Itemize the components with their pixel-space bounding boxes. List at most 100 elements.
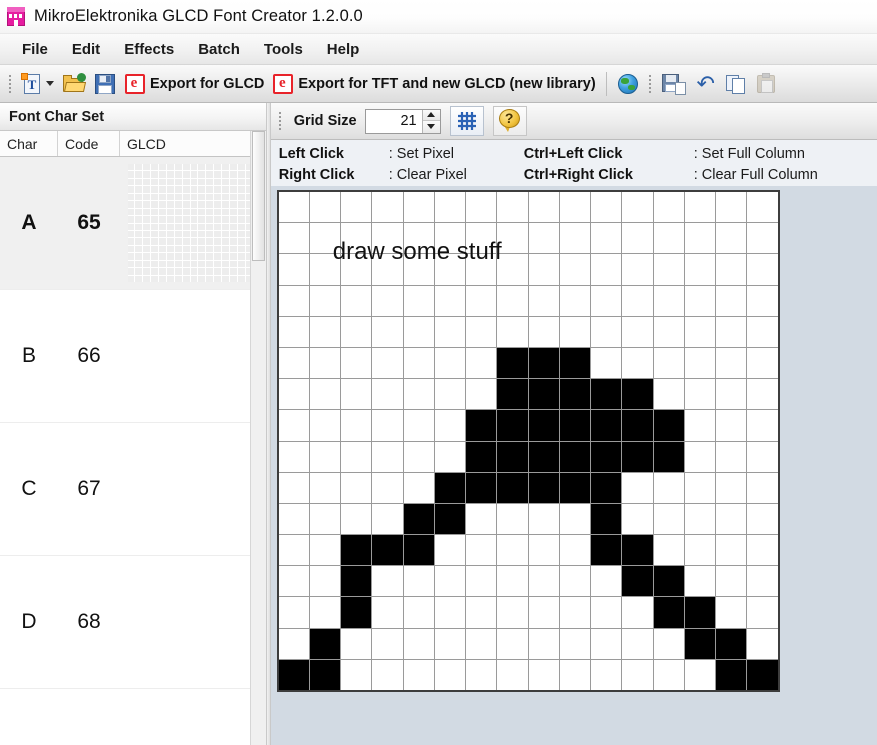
grid-toggle-button[interactable]	[449, 106, 484, 136]
pixel-cell[interactable]	[497, 379, 528, 410]
pixel-cell[interactable]	[403, 597, 434, 628]
pixel-cell[interactable]	[747, 316, 778, 347]
pixel-cell[interactable]	[559, 192, 591, 223]
grid-toolbar-grip[interactable]	[276, 108, 285, 134]
pixel-cell[interactable]	[466, 628, 497, 659]
pixel-cell[interactable]	[309, 628, 341, 659]
pixel-cell[interactable]	[403, 379, 434, 410]
pixel-cell[interactable]	[403, 192, 434, 223]
pixel-cell[interactable]	[497, 316, 528, 347]
pixel-cell[interactable]	[309, 535, 341, 566]
table-row[interactable]: B 66	[0, 290, 266, 423]
pixel-cell[interactable]	[559, 628, 591, 659]
pixel-cell[interactable]	[497, 472, 528, 503]
pixel-cell[interactable]	[466, 410, 497, 441]
pixel-cell[interactable]	[372, 566, 403, 597]
undo-button[interactable]: ↶	[690, 68, 722, 100]
pixel-cell[interactable]	[622, 441, 653, 472]
pixel-cell[interactable]	[434, 597, 466, 628]
pixel-cell[interactable]	[466, 254, 497, 285]
pixel-cell[interactable]	[684, 316, 716, 347]
pixel-cell[interactable]	[466, 659, 497, 690]
pixel-cell[interactable]	[653, 347, 684, 379]
pixel-cell[interactable]	[559, 379, 591, 410]
pixel-cell[interactable]	[497, 441, 528, 472]
pixel-cell[interactable]	[716, 316, 747, 347]
pixel-cell[interactable]	[747, 566, 778, 597]
menu-item-tools[interactable]: Tools	[252, 38, 315, 61]
pixel-cell[interactable]	[278, 379, 309, 410]
pixel-cell[interactable]	[747, 472, 778, 503]
pixel-cell[interactable]	[434, 192, 466, 223]
pixel-cell[interactable]	[559, 254, 591, 285]
pixel-cell[interactable]	[434, 254, 466, 285]
pixel-cell[interactable]	[372, 597, 403, 628]
pixel-cell[interactable]	[434, 347, 466, 379]
save-as-button[interactable]	[658, 68, 690, 100]
pixel-cell[interactable]	[528, 566, 559, 597]
pixel-cell[interactable]	[622, 379, 653, 410]
pixel-cell[interactable]	[434, 566, 466, 597]
pixel-cell[interactable]	[716, 410, 747, 441]
pixel-cell[interactable]	[622, 410, 653, 441]
pixel-cell[interactable]	[591, 410, 622, 441]
pixel-cell[interactable]	[653, 379, 684, 410]
pixel-cell[interactable]	[716, 192, 747, 223]
pixel-cell[interactable]	[341, 472, 372, 503]
pixel-cell[interactable]	[684, 472, 716, 503]
cell-glcd-preview[interactable]	[120, 556, 260, 688]
pixel-cell[interactable]	[466, 472, 497, 503]
pixel-cell[interactable]	[341, 379, 372, 410]
chevron-down-icon[interactable]	[46, 81, 54, 86]
pixel-cell[interactable]	[684, 223, 716, 254]
pixel-cell[interactable]	[278, 347, 309, 379]
spinner-up-icon[interactable]	[422, 109, 440, 121]
pixel-cell[interactable]	[716, 285, 747, 316]
pixel-cell[interactable]	[372, 535, 403, 566]
pixel-cell[interactable]	[591, 316, 622, 347]
pixel-cell[interactable]	[653, 316, 684, 347]
pixel-cell[interactable]	[591, 659, 622, 690]
pixel-cell[interactable]	[341, 410, 372, 441]
pixel-cell[interactable]	[591, 472, 622, 503]
pixel-cell[interactable]	[497, 254, 528, 285]
pixel-cell[interactable]	[747, 410, 778, 441]
pixel-cell[interactable]	[747, 379, 778, 410]
pixel-cell[interactable]	[403, 410, 434, 441]
pixel-cell[interactable]	[591, 628, 622, 659]
pixel-cell[interactable]	[684, 285, 716, 316]
pixel-cell[interactable]	[559, 659, 591, 690]
pixel-cell[interactable]	[403, 254, 434, 285]
pixel-cell[interactable]	[591, 347, 622, 379]
pixel-cell[interactable]	[309, 347, 341, 379]
pixel-cell[interactable]	[528, 535, 559, 566]
pixel-cell[interactable]	[716, 535, 747, 566]
pixel-cell[interactable]	[716, 441, 747, 472]
pixel-cell[interactable]	[278, 566, 309, 597]
pixel-cell[interactable]	[434, 503, 466, 535]
pixel-cell[interactable]	[434, 628, 466, 659]
pixel-cell[interactable]	[684, 566, 716, 597]
pixel-cell[interactable]	[528, 503, 559, 535]
pixel-cell[interactable]	[341, 441, 372, 472]
pixel-cell[interactable]	[466, 441, 497, 472]
pixel-cell[interactable]	[278, 316, 309, 347]
pixel-cell[interactable]	[653, 410, 684, 441]
pixel-cell[interactable]	[341, 285, 372, 316]
pixel-cell[interactable]	[559, 410, 591, 441]
pixel-cell[interactable]	[591, 441, 622, 472]
pixel-cell[interactable]	[466, 285, 497, 316]
pixel-cell[interactable]	[341, 347, 372, 379]
menu-item-effects[interactable]: Effects	[112, 38, 186, 61]
pixel-cell[interactable]	[622, 535, 653, 566]
pixel-cell[interactable]	[528, 659, 559, 690]
pixel-cell[interactable]	[684, 410, 716, 441]
pixel-cell[interactable]	[747, 535, 778, 566]
pixel-cell[interactable]	[716, 472, 747, 503]
pixel-cell[interactable]	[716, 223, 747, 254]
pixel-cell[interactable]	[559, 347, 591, 379]
pixel-cell[interactable]	[622, 192, 653, 223]
pixel-cell[interactable]	[497, 410, 528, 441]
grid-size-input[interactable]	[365, 109, 422, 133]
pixel-cell[interactable]	[278, 503, 309, 535]
